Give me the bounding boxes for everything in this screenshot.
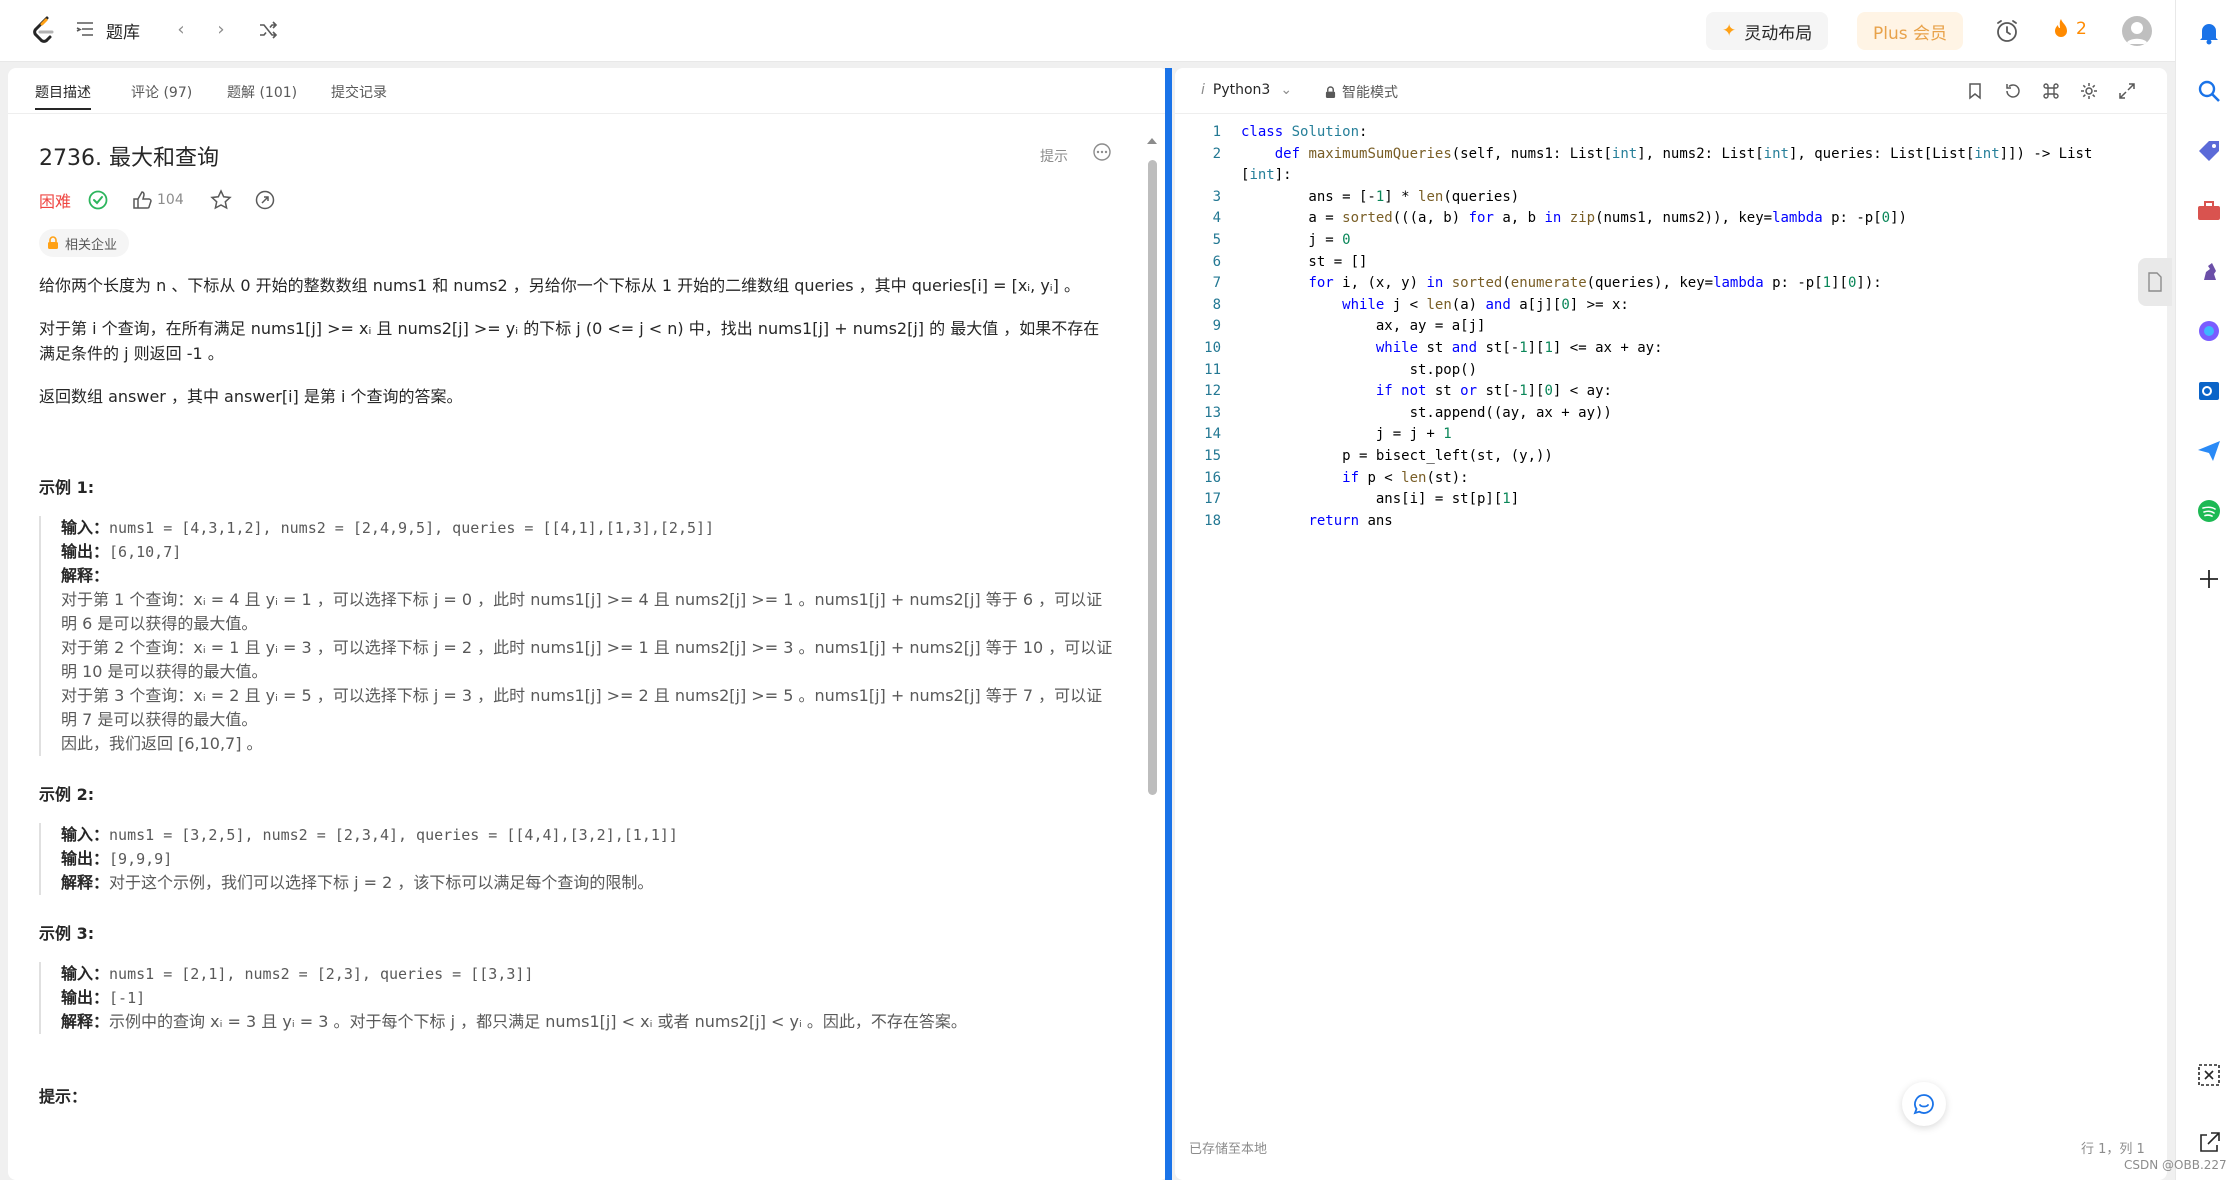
shopping-tag-icon[interactable]	[2196, 138, 2222, 164]
share-icon[interactable]	[254, 189, 276, 211]
saved-status: 已存储至本地	[1189, 1142, 1268, 1157]
shuffle-icon[interactable]	[258, 20, 278, 40]
panel-resize-handle[interactable]	[1165, 68, 1172, 1180]
toolbox-icon[interactable]	[2196, 198, 2222, 224]
problem-header: 2736. 最大和查询	[39, 140, 1115, 172]
chess-piece-icon[interactable]	[2196, 258, 2222, 284]
smart-mode-toggle[interactable]: 智能模式	[1325, 82, 1398, 102]
shortcut-command-icon[interactable]	[2041, 81, 2061, 101]
outlook-icon[interactable]	[2196, 378, 2222, 404]
lock-icon	[1325, 85, 1336, 98]
tips-title: 提示：	[39, 1087, 88, 1106]
tab-submissions[interactable]: 提交记录	[331, 82, 387, 102]
browser-sidebar	[2175, 0, 2239, 1180]
plus-membership-button[interactable]: Plus 会员	[1857, 12, 1964, 50]
problem-content: 给你两个长度为 n 、下标从 0 开始的整数数组 nums1 和 nums2 ，…	[39, 273, 1115, 1125]
screenshot-capture-icon[interactable]	[2196, 1062, 2222, 1088]
problem-bank-title[interactable]: 题库	[106, 18, 140, 43]
code-editor-panel: i Python3 ⌄ 智能模式 1 class Solution: 2 def…	[1175, 68, 2167, 1180]
problem-meta-row: 困难 104	[39, 184, 286, 216]
cursor-position: 行 1，列 1	[2081, 1142, 2145, 1157]
copilot-icon[interactable]	[2196, 318, 2222, 344]
star-icon[interactable]	[210, 189, 232, 211]
problem-title[interactable]: 2736. 最大和查询	[39, 140, 1115, 172]
sparkle-icon: ✦	[1722, 21, 1737, 41]
chevron-right-icon: ›	[217, 18, 225, 40]
reset-icon[interactable]	[2003, 81, 2023, 101]
info-icon: i	[1201, 82, 1205, 98]
fullscreen-icon[interactable]	[2117, 81, 2137, 101]
difficulty-badge: 困难	[39, 192, 72, 211]
likes-count: 104	[157, 192, 184, 208]
problem-paragraph-1: 给你两个长度为 n 、下标从 0 开始的整数数组 nums1 和 nums2 ，…	[39, 276, 1080, 295]
chevron-down-icon: ⌄	[1280, 82, 1293, 98]
spotify-icon[interactable]	[2196, 498, 2222, 524]
settings-gear-icon[interactable]	[2079, 81, 2099, 101]
language-selector[interactable]: i Python3 ⌄	[1201, 82, 1292, 98]
problem-paragraph-2: 对于第 i 个查询，在所有满足 nums1[j] >= xᵢ 且 nums2[j…	[39, 319, 1100, 363]
alarm-clock-icon[interactable]	[1994, 18, 2020, 44]
lock-icon	[48, 236, 58, 249]
description-scrollbar[interactable]	[1146, 136, 1158, 1176]
document-icon	[2148, 272, 2162, 292]
problem-description-panel: 题目描述 评论 (97) 题解 (101) 提交记录 2736. 最大和查询 提…	[8, 68, 1168, 1180]
external-link-icon[interactable]	[2196, 1130, 2222, 1156]
code-editor[interactable]: 1 class Solution: 2 def maximumSumQueries…	[1175, 122, 2155, 532]
tab-comments[interactable]: 评论 (97)	[131, 82, 192, 102]
editor-status-bar: 已存储至本地 行 1，列 1	[1175, 1134, 2167, 1162]
editor-toolbar: i Python3 ⌄ 智能模式	[1175, 68, 2167, 114]
bookmark-icon[interactable]	[1965, 81, 1985, 101]
scroll-up-arrow-icon[interactable]	[1146, 136, 1158, 146]
side-panel-toggle[interactable]	[2138, 258, 2172, 306]
more-options-icon[interactable]	[1092, 142, 1112, 162]
search-icon[interactable]	[2196, 78, 2222, 104]
hint-button[interactable]: 提示	[1040, 146, 1068, 166]
smart-layout-button[interactable]: ✦ 灵动布局	[1706, 12, 1829, 50]
add-plus-icon[interactable]	[2196, 566, 2222, 592]
related-companies-tag[interactable]: 相关企业	[39, 229, 130, 257]
description-tabs: 题目描述 评论 (97) 题解 (101) 提交记录	[8, 68, 1168, 114]
tab-solutions[interactable]: 题解 (101)	[227, 82, 297, 102]
example-3-title: 示例 3:	[39, 924, 95, 943]
chat-bubble-icon	[1913, 1094, 1934, 1115]
chat-assistant-button[interactable]	[1902, 1082, 1946, 1126]
streak-counter[interactable]: 2	[2052, 18, 2087, 40]
chevron-left-icon: ‹	[177, 18, 185, 40]
thumbs-up-icon[interactable]	[131, 189, 153, 211]
scrollbar-thumb[interactable]	[1148, 160, 1157, 795]
user-avatar[interactable]	[2122, 16, 2152, 46]
example-1-title: 示例 1:	[39, 478, 95, 497]
problem-paragraph-3: 返回数组 answer ，其中 answer[i] 是第 i 个查询的答案。	[39, 387, 463, 406]
example-2-title: 示例 2:	[39, 785, 95, 804]
prev-problem-button[interactable]: ‹	[168, 16, 194, 42]
leetcode-logo-icon[interactable]	[28, 14, 60, 46]
watermark-text: CSDN @OBB.227	[2124, 1158, 2227, 1172]
example-3: 输入：nums1 = [2,1], nums2 = [2,3], queries…	[39, 962, 1115, 1034]
problem-list-icon[interactable]	[76, 20, 94, 38]
top-navigation-bar: 题库 ‹ › ✦ 灵动布局 Plus 会员 2	[0, 0, 2175, 62]
next-problem-button[interactable]: ›	[208, 16, 234, 42]
example-2: 输入：nums1 = [3,2,5], nums2 = [2,3,4], que…	[39, 823, 1115, 895]
notification-bell-icon[interactable]	[2196, 20, 2222, 46]
fire-icon	[2055, 19, 2067, 37]
user-icon	[2126, 22, 2148, 44]
example-1: 输入：nums1 = [4,3,1,2], nums2 = [2,4,9,5],…	[39, 516, 1115, 756]
solved-check-icon	[88, 190, 108, 210]
send-paper-plane-icon[interactable]	[2196, 438, 2222, 464]
tab-description[interactable]: 题目描述	[35, 82, 91, 110]
